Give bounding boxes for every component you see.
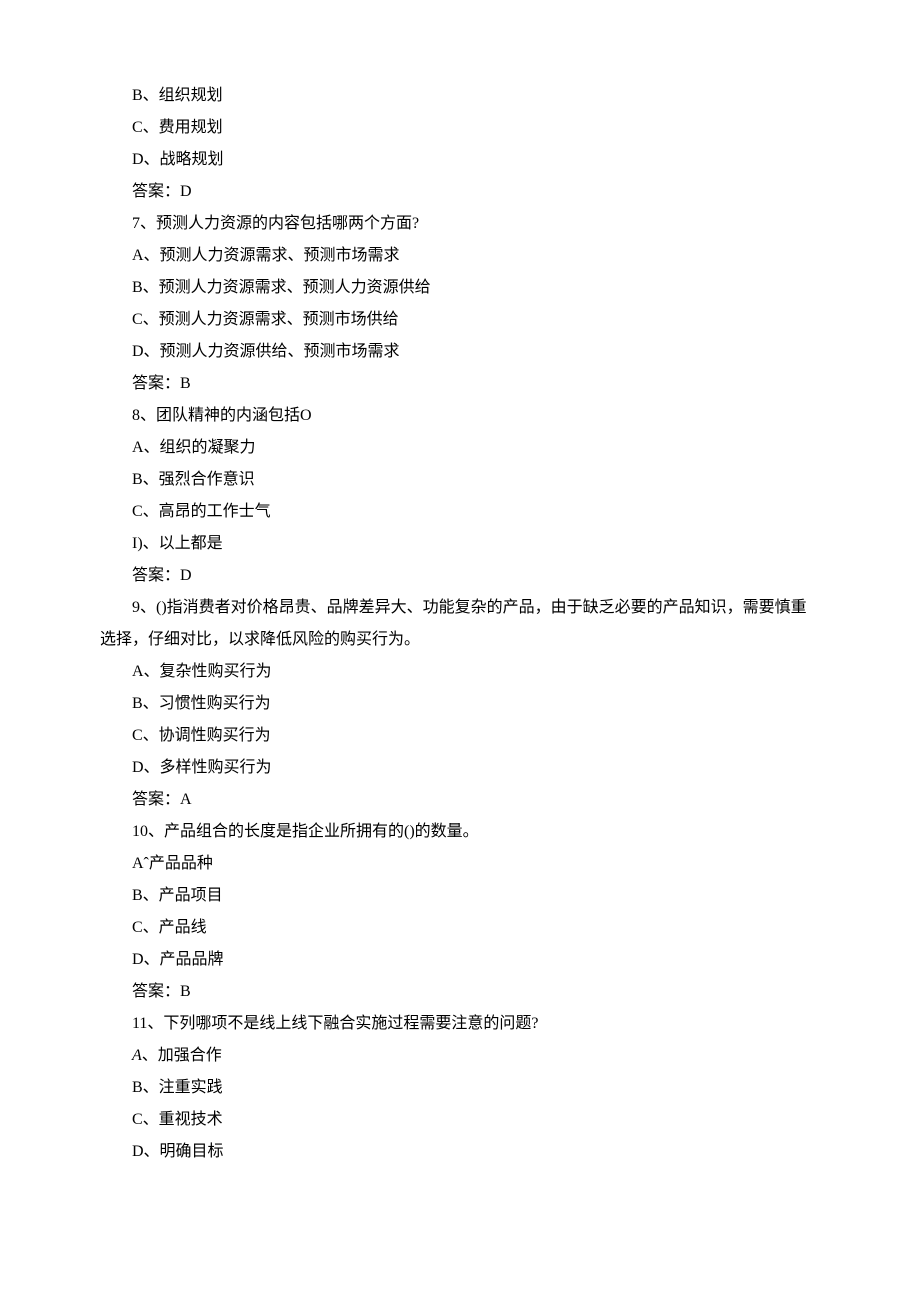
text-line: D、产品品牌 <box>100 944 820 976</box>
text-line: B、强烈合作意识 <box>100 464 820 496</box>
text-line: 8、团队精神的内涵包括O <box>100 400 820 432</box>
text-line: 答案：A <box>100 784 820 816</box>
text-line: Aˆ产品品种 <box>100 848 820 880</box>
text-line: 答案：B <box>100 976 820 1008</box>
text-line: B、习惯性购买行为 <box>100 688 820 720</box>
text-line: 答案：D <box>100 176 820 208</box>
document-body: B、组织规划C、费用规划D、战略规划答案：D7、预测人力资源的内容包括哪两个方面… <box>100 80 820 1168</box>
text-line: C、预测人力资源需求、预测市场供给 <box>100 304 820 336</box>
text-line: I)、以上都是 <box>100 528 820 560</box>
text-line: B、预测人力资源需求、预测人力资源供给 <box>100 272 820 304</box>
text-line: 10、产品组合的长度是指企业所拥有的()的数量。 <box>100 816 820 848</box>
text-line: C、高昂的工作士气 <box>100 496 820 528</box>
text-line: 11、下列哪项不是线上线下融合实施过程需要注意的问题? <box>100 1008 820 1040</box>
text-line: 答案：D <box>100 560 820 592</box>
text-line: A、组织的凝聚力 <box>100 432 820 464</box>
text-line: A、复杂性购买行为 <box>100 656 820 688</box>
text-line: A、预测人力资源需求、预测市场需求 <box>100 240 820 272</box>
text-line: C、费用规划 <box>100 112 820 144</box>
text-line: A、加强合作 <box>100 1040 820 1072</box>
text-line: B、组织规划 <box>100 80 820 112</box>
text-line: D、预测人力资源供给、预测市场需求 <box>100 336 820 368</box>
option-text: 、加强合作 <box>142 1047 222 1064</box>
text-line: B、产品项目 <box>100 880 820 912</box>
text-line: 答案：B <box>100 368 820 400</box>
text-line: D、战略规划 <box>100 144 820 176</box>
text-line: C、重视技术 <box>100 1104 820 1136</box>
text-line: C、产品线 <box>100 912 820 944</box>
text-line: 7、预测人力资源的内容包括哪两个方面? <box>100 208 820 240</box>
text-line: D、明确目标 <box>100 1136 820 1168</box>
option-letter-a: A <box>132 1047 142 1064</box>
text-line: 9、()指消费者对价格昂贵、品牌差异大、功能复杂的产品，由于缺乏必要的产品知识，… <box>100 592 820 656</box>
text-line: D、多样性购买行为 <box>100 752 820 784</box>
text-line: C、协调性购买行为 <box>100 720 820 752</box>
text-line: B、注重实践 <box>100 1072 820 1104</box>
